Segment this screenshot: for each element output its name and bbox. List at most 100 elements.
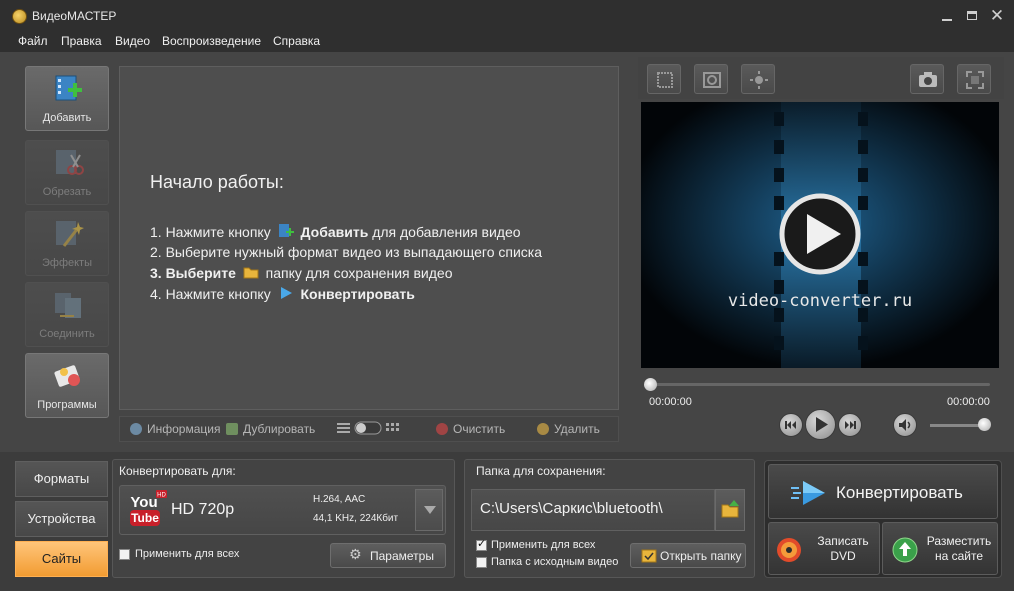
clear-button[interactable]: Очистить: [436, 422, 505, 436]
previous-button[interactable]: [779, 413, 803, 437]
step3-post: папку для сохранения видео: [265, 265, 453, 281]
browse-folder-button[interactable]: [715, 489, 745, 531]
apply-all-folder-label: Применить для всех: [491, 539, 596, 551]
maximize-icon: [967, 11, 977, 20]
seek-bar[interactable]: [650, 383, 990, 386]
step1-post: для добавления видео: [372, 224, 521, 240]
seek-handle[interactable]: [644, 378, 657, 391]
add-button[interactable]: Добавить: [25, 66, 109, 131]
delete-button[interactable]: Удалить: [537, 422, 600, 436]
save-folder-label: Папка для сохранения:: [476, 464, 606, 478]
volume-button[interactable]: [893, 413, 917, 437]
add-label: Добавить: [42, 112, 92, 124]
programs-icon: [54, 365, 80, 387]
format-selector[interactable]: [119, 485, 446, 535]
menu-file[interactable]: Файл: [18, 34, 48, 48]
publish-label-2: на сайте: [934, 549, 984, 563]
tab-devices[interactable]: Устройства: [15, 501, 108, 537]
volume-handle[interactable]: [978, 418, 991, 431]
logo-tube: Tube: [131, 511, 159, 525]
menu-edit[interactable]: Правка: [61, 34, 102, 48]
effects-button[interactable]: Эффекты: [25, 211, 109, 276]
menu-bar: Файл Правка Видео Воспроизведение Справк…: [0, 32, 1014, 52]
play-icon: [816, 417, 828, 432]
info-button[interactable]: Информация: [130, 422, 220, 436]
view-toggle-icon: [337, 421, 399, 435]
stabilize-button[interactable]: [694, 64, 728, 94]
delete-label: Удалить: [554, 422, 600, 436]
open-folder-label: Открыть папку: [660, 549, 742, 563]
view-list-toggle[interactable]: [337, 421, 403, 438]
window-title: ВидеоМАСТЕР: [32, 9, 117, 23]
source-folder-checkbox[interactable]: [476, 557, 487, 568]
youtube-logo-icon: HD You Tube: [130, 490, 167, 526]
snapshot-button[interactable]: [910, 64, 944, 94]
play-button[interactable]: [805, 409, 836, 440]
step4-text: 4. Нажмите кнопку: [150, 286, 271, 302]
minimize-button[interactable]: [936, 6, 958, 26]
add-inline-icon: [278, 224, 294, 237]
tab-formats[interactable]: Форматы: [15, 461, 108, 497]
cut-button[interactable]: Обрезать: [25, 140, 109, 205]
duplicate-label: Дублировать: [243, 422, 316, 436]
convert-for-label: Конвертировать для:: [119, 464, 236, 478]
total-time: 00:00:00: [947, 396, 990, 408]
duplicate-icon: [226, 423, 238, 435]
chevron-down-icon: [424, 506, 436, 514]
parameters-button[interactable]: ⚙ Параметры: [330, 543, 446, 568]
skip-back-icon: [785, 421, 796, 429]
gear-icon: ⚙: [349, 546, 362, 562]
menu-playback[interactable]: Воспроизведение: [162, 34, 261, 48]
apply-all-folder-checkbox[interactable]: [476, 537, 487, 551]
effects-label: Эффекты: [41, 257, 92, 269]
apply-all-format-label: Применить для всех: [135, 548, 240, 560]
folder-check-icon: [641, 549, 657, 563]
open-folder-button[interactable]: Открыть папку: [630, 543, 746, 568]
magic-wand-icon: [56, 221, 84, 247]
video-splash: [641, 102, 999, 368]
menu-video[interactable]: Видео: [115, 34, 150, 48]
close-button[interactable]: ✕: [986, 6, 1008, 26]
apply-all-format-checkbox[interactable]: [119, 549, 130, 560]
video-watermark: video-converter.ru: [727, 291, 913, 311]
dvd-label-1: Записать: [817, 534, 869, 548]
maximize-button[interactable]: [961, 6, 983, 26]
programs-label: Программы: [37, 399, 97, 411]
join-button[interactable]: Соединить: [25, 282, 109, 347]
step1-text: 1. Нажмите кнопку: [150, 224, 271, 240]
format-dropdown-button[interactable]: [415, 489, 443, 531]
upload-globe-icon: [892, 537, 918, 563]
intro-step-4: 4. Нажмите кнопку Конвертировать: [150, 285, 415, 302]
duplicate-button[interactable]: Дублировать: [226, 422, 315, 436]
brightness-icon: [750, 71, 768, 89]
tab-sites[interactable]: Сайты: [15, 541, 108, 577]
parameters-label: Параметры: [370, 549, 434, 563]
cut-label: Обрезать: [42, 186, 92, 198]
brightness-button[interactable]: [741, 64, 775, 94]
source-folder-label: Папка с исходным видео: [491, 556, 619, 568]
next-button[interactable]: [838, 413, 862, 437]
title-bar: ВидеоМАСТЕР ✕: [0, 0, 1014, 32]
scissors-icon: [56, 150, 84, 175]
publish-label-1: Разместить: [926, 534, 992, 548]
join-video-icon: [55, 293, 81, 318]
intro-title: Начало работы:: [150, 172, 284, 192]
info-icon: [130, 423, 142, 435]
fullscreen-button[interactable]: [957, 64, 991, 94]
publish-online-button[interactable]: Разместить на сайте: [882, 522, 998, 575]
convert-button[interactable]: Конвертировать: [768, 464, 998, 519]
menu-help[interactable]: Справка: [273, 34, 320, 48]
video-preview[interactable]: video-converter.ru: [641, 102, 999, 368]
preview-toolbar: [638, 57, 1004, 99]
speaker-icon: [899, 419, 911, 431]
step1-bold: Добавить: [300, 224, 369, 240]
clear-label: Очистить: [453, 422, 506, 436]
format-codec: H.264, AAC: [313, 494, 366, 505]
skip-forward-icon: [845, 421, 856, 429]
crop-button[interactable]: [647, 64, 681, 94]
programs-button[interactable]: Программы: [25, 353, 109, 418]
app-logo-icon: [12, 9, 27, 24]
logo-badge: HD: [157, 493, 166, 499]
save-path-value: C:\Users\Саркис\bluetooth\: [480, 500, 663, 517]
burn-dvd-button[interactable]: Записать DVD: [768, 522, 880, 575]
